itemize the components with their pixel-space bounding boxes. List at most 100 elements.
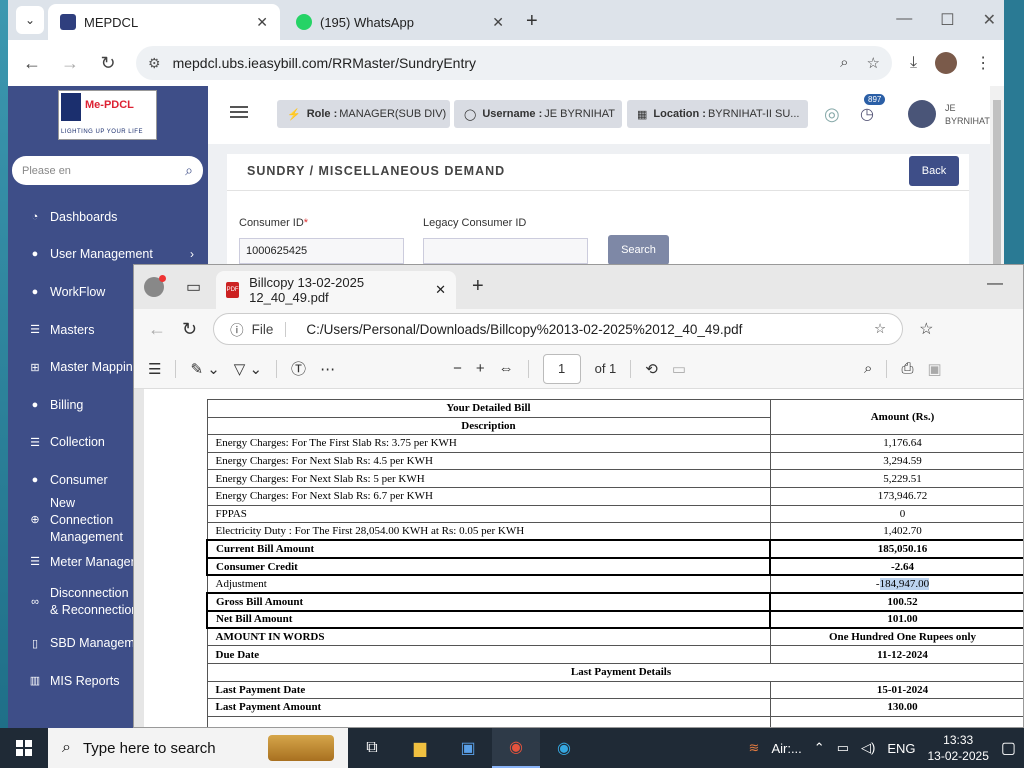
avatar[interactable] bbox=[908, 100, 936, 128]
sidebar-item-dashboards[interactable]: ◔ Dashboards bbox=[8, 198, 208, 236]
tab-search-button[interactable]: ⌄ bbox=[16, 6, 44, 34]
zoom-icon[interactable]: ⌕ bbox=[840, 54, 848, 72]
download-icon[interactable]: ⤓ bbox=[910, 54, 917, 72]
zoom-out-icon[interactable]: − bbox=[453, 360, 462, 377]
minimize-icon[interactable]: — bbox=[896, 10, 912, 30]
maximize-icon[interactable]: ☐ bbox=[940, 10, 954, 30]
back-arrow-icon[interactable]: ← bbox=[16, 47, 48, 79]
page-view-icon[interactable]: ▭ bbox=[672, 360, 686, 378]
address-bar[interactable]: ⓘ File C:/Users/Personal/Downloads/Billc… bbox=[213, 313, 904, 345]
more-icon[interactable]: ⋯ bbox=[320, 360, 335, 378]
clock[interactable]: 13:33 13-02-2025 bbox=[927, 732, 988, 764]
new-tab-button[interactable]: + bbox=[472, 275, 484, 298]
weather-text[interactable]: Air:... bbox=[771, 741, 801, 756]
back-arrow-icon[interactable]: ← bbox=[148, 319, 166, 340]
close-icon[interactable]: ✕ bbox=[983, 10, 996, 30]
mepdcl-favicon-icon bbox=[60, 14, 76, 30]
username-label: Username : bbox=[482, 108, 543, 120]
draw-icon[interactable]: ▽ ⌄ bbox=[234, 360, 262, 378]
close-icon[interactable]: ✕ bbox=[256, 14, 268, 31]
zoom-in-icon[interactable]: + bbox=[476, 360, 485, 377]
new-tab-button[interactable]: + bbox=[526, 10, 538, 33]
row-amount: 1,402.70 bbox=[769, 522, 1023, 541]
address-bar[interactable]: ⚙ mepdcl.ubs.ieasybill.com/RRMaster/Sund… bbox=[136, 46, 892, 80]
sidebar-item-label: Billing bbox=[50, 397, 84, 412]
reload-icon[interactable]: ↻ bbox=[92, 47, 124, 79]
pdf-toolbar: ☰ ✎ ⌄ ▽ ⌄ Ⓣ ⋯ − + ⇔ 1 of 1 ⟲ ▭ ⌕ ⎙ ▣ bbox=[134, 349, 1023, 389]
page-title: SUNDRY / MISCELLANEOUS DEMAND bbox=[247, 164, 506, 178]
tab-actions-icon[interactable]: ▭ bbox=[186, 277, 201, 297]
task-view-icon[interactable]: ⧉ bbox=[348, 728, 396, 768]
taskbar-search-placeholder: Type here to search bbox=[82, 739, 216, 757]
table-row: AMOUNT IN WORDS One Hundred One Rupees on… bbox=[206, 627, 1023, 647]
print-icon[interactable]: ⎙ bbox=[901, 360, 913, 377]
file-explorer-icon[interactable]: ▆ bbox=[396, 728, 444, 768]
reload-icon[interactable]: ↻ bbox=[182, 319, 197, 340]
desktop-background bbox=[0, 0, 8, 728]
start-button[interactable] bbox=[0, 728, 48, 768]
rotate-icon[interactable]: ⟲ bbox=[645, 360, 658, 378]
sidebar-search-input[interactable]: Please en ⌕ bbox=[12, 156, 203, 185]
page-number-input[interactable]: 1 bbox=[542, 353, 581, 384]
chrome-toolbar: ← → ↻ ⚙ mepdcl.ubs.ieasybill.com/RRMaste… bbox=[8, 40, 1004, 86]
camera-icon[interactable]: ◎ bbox=[824, 104, 840, 125]
row-amount bbox=[769, 715, 1023, 727]
network-icon[interactable]: ▭ bbox=[837, 740, 849, 756]
logo-text: Me-PDCL bbox=[85, 99, 134, 111]
close-icon[interactable]: ✕ bbox=[492, 14, 504, 31]
taskbar-search-box[interactable]: ⌕ Type here to search bbox=[48, 728, 348, 768]
store-icon[interactable]: ▣ bbox=[444, 728, 492, 768]
weather-icon[interactable]: ≋ bbox=[749, 740, 760, 756]
highlight-icon[interactable]: ✎ ⌄ bbox=[190, 360, 219, 378]
favorites-icon[interactable]: ☆ bbox=[919, 319, 933, 339]
minimize-icon[interactable]: — bbox=[987, 275, 1003, 293]
menu-kebab-icon[interactable]: ⋮ bbox=[975, 53, 991, 73]
window-controls: — ☐ ✕ bbox=[896, 10, 996, 30]
row-desc: Energy Charges: For Next Slab Rs: 5 per … bbox=[206, 469, 771, 488]
chrome-tab-whatsapp[interactable]: (195) WhatsApp ✕ bbox=[284, 4, 516, 40]
site-info-icon[interactable]: ⚙ bbox=[148, 55, 161, 72]
separator bbox=[630, 359, 632, 378]
legacy-consumer-id-input[interactable] bbox=[423, 238, 588, 264]
separator bbox=[276, 359, 278, 378]
search-icon[interactable]: ⌕ bbox=[864, 360, 872, 377]
profile-icon[interactable] bbox=[144, 275, 166, 297]
language-indicator[interactable]: ENG bbox=[887, 741, 915, 756]
chrome-tab-mepdcl[interactable]: MEPDCL ✕ bbox=[48, 4, 280, 40]
separator bbox=[175, 359, 177, 378]
bookmark-star-icon[interactable]: ☆ bbox=[867, 54, 880, 72]
scrollbar-thumb[interactable] bbox=[993, 100, 1001, 280]
pdf-page: Your Detailed Bill Amount (Rs.) Descript… bbox=[144, 389, 1023, 727]
radio-image-icon bbox=[268, 735, 334, 761]
clock-time: 13:33 bbox=[943, 733, 974, 747]
hamburger-menu-icon[interactable] bbox=[230, 106, 248, 118]
chrome-taskbar-icon[interactable]: ◉ bbox=[492, 728, 540, 768]
contents-icon[interactable]: ☰ bbox=[148, 360, 161, 378]
save-icon[interactable]: ▣ bbox=[927, 360, 941, 378]
forward-arrow-icon[interactable]: → bbox=[54, 47, 86, 79]
user-icon: ● bbox=[31, 285, 39, 298]
fit-width-icon[interactable]: ⇔ bbox=[499, 360, 514, 377]
row-amount[interactable]: -184,947.00 bbox=[769, 574, 1023, 594]
sidebar-item-label: Disconnection & Reconnection bbox=[50, 586, 139, 618]
profile-avatar[interactable] bbox=[935, 52, 958, 74]
edge-tab-pdf[interactable]: PDF Billcopy 13-02-2025 12_40_49.pdf ✕ bbox=[216, 271, 456, 309]
table-row: FPPAS 0 bbox=[206, 504, 1023, 524]
whatsapp-icon bbox=[296, 14, 312, 30]
text-icon[interactable]: Ⓣ bbox=[291, 358, 306, 379]
volume-icon[interactable]: ◁) bbox=[861, 740, 875, 756]
mepdcl-logo[interactable]: Me-PDCL LIGHTING UP YOUR LIFE bbox=[58, 90, 157, 140]
favorite-star-icon[interactable]: ☆ bbox=[874, 321, 886, 337]
back-button[interactable]: Back bbox=[909, 156, 959, 186]
notifications-icon[interactable]: ▢ bbox=[1001, 738, 1016, 758]
consumer-id-input[interactable]: 1000625425 bbox=[239, 238, 404, 264]
table-row: Last Payment Details bbox=[206, 662, 1023, 682]
clock-icon[interactable]: ◷ bbox=[860, 104, 874, 124]
edge-taskbar-icon[interactable]: ◉ bbox=[540, 728, 588, 768]
chevron-up-icon[interactable]: ⌃ bbox=[814, 740, 825, 756]
search-icon[interactable]: ⌕ bbox=[185, 162, 193, 179]
search-button[interactable]: Search bbox=[608, 235, 669, 265]
header-amount: Amount (Rs.) bbox=[769, 398, 1023, 436]
close-icon[interactable]: ✕ bbox=[435, 282, 446, 298]
selected-text[interactable]: 184,947.00 bbox=[879, 578, 930, 591]
